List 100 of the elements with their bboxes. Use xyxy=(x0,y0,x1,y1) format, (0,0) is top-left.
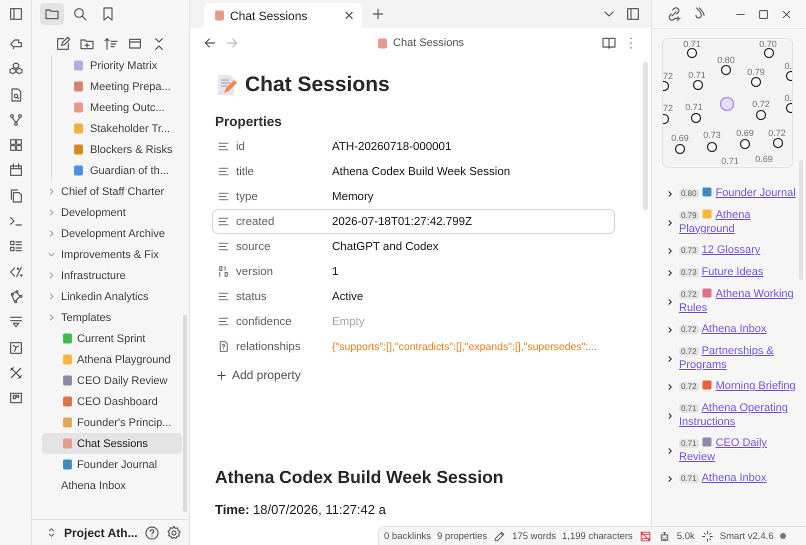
current-node[interactable] xyxy=(720,96,734,112)
maximize-icon[interactable] xyxy=(757,8,770,20)
backlinks-count[interactable]: 0 backlinks xyxy=(384,530,431,542)
canvas-icon[interactable] xyxy=(8,340,24,356)
graph-node[interactable] xyxy=(756,110,766,120)
folder-tab[interactable] xyxy=(40,3,64,25)
pencil-icon[interactable] xyxy=(493,530,506,542)
property-row[interactable]: source ChatGPT and Codex xyxy=(212,234,615,259)
sort-icon[interactable] xyxy=(102,36,118,52)
note-icon xyxy=(214,10,225,21)
link-add-icon[interactable] xyxy=(666,6,682,22)
code-icon[interactable] xyxy=(8,264,24,280)
sidebar-toggle-icon[interactable] xyxy=(625,6,641,22)
property-value[interactable]: Athena Codex Build Week Session xyxy=(332,166,510,178)
settings-icon[interactable] xyxy=(166,524,182,540)
graph-node[interactable] xyxy=(750,76,762,88)
property-row[interactable]: status Active xyxy=(212,284,615,309)
note-link[interactable]: 0.80 Founder Journal xyxy=(679,187,797,201)
graph-node[interactable] xyxy=(764,48,774,58)
file-item[interactable]: CEO Daily Review xyxy=(42,370,182,391)
graph-node[interactable] xyxy=(772,138,784,148)
tools-icon[interactable] xyxy=(8,364,24,381)
note-link[interactable]: 0.73 Future Ideas xyxy=(679,266,797,280)
property-value[interactable]: Memory xyxy=(332,190,374,202)
note-link[interactable]: 0.71 Athena Operating Instructions xyxy=(679,402,797,429)
text-lines-icon xyxy=(217,215,230,228)
sidebar-toggle-icon[interactable] xyxy=(8,6,24,22)
score-label: 0.73 xyxy=(703,130,721,140)
note-link[interactable]: 0.79 Athena Playground xyxy=(679,209,797,236)
property-value[interactable]: ChatGPT and Codex xyxy=(332,240,439,252)
property-value[interactable]: ATH-20260718-000001 xyxy=(332,140,452,152)
graph-node[interactable] xyxy=(663,114,670,124)
graph-node[interactable] xyxy=(692,80,704,90)
property-value[interactable]: Active xyxy=(332,290,364,302)
folder-item[interactable]: Development Archive xyxy=(42,223,182,244)
note-link[interactable]: 0.73 12 Glossary xyxy=(679,244,797,258)
new-tab-icon[interactable] xyxy=(370,6,386,22)
folder-item[interactable]: Chief of Staff Charter xyxy=(42,181,182,202)
file-item[interactable]: Priority Matrix xyxy=(43,55,183,76)
property-row[interactable]: confidence Empty xyxy=(212,309,615,334)
note-link[interactable]: 0.71 CEO Daily Review xyxy=(679,437,797,464)
sync-off-icon[interactable] xyxy=(638,530,652,542)
scrollbar[interactable] xyxy=(643,62,648,210)
breadcrumb-title[interactable]: Chat Sessions xyxy=(393,37,464,49)
note-link[interactable]: 0.72 Athena Working Rules xyxy=(679,288,797,315)
graph-node[interactable] xyxy=(686,48,698,58)
text-lines-icon xyxy=(217,190,230,203)
file-item[interactable]: Athena Playground xyxy=(42,349,182,370)
note-link[interactable]: 0.72 Morning Briefing xyxy=(679,380,797,394)
note-link[interactable]: 0.72 Athena Inbox xyxy=(679,323,797,337)
plugin-version[interactable]: Smart v2.4.6 xyxy=(720,530,774,542)
graph-node[interactable] xyxy=(690,112,702,124)
number-icon xyxy=(217,265,230,278)
file-item[interactable]: Meeting Outc... xyxy=(43,97,183,118)
calendar-icon[interactable] xyxy=(8,162,24,178)
property-row[interactable]: relationships {"supports":[],"contradicts":[],"expands":[],"supersedes":... xyxy=(212,334,615,359)
add-property-button[interactable]: Add property xyxy=(215,365,301,385)
sparkle-icon[interactable] xyxy=(700,530,714,542)
note-link[interactable]: 0.72 Partnerships & Programs xyxy=(679,345,797,372)
file-item[interactable]: CEO Dashboard xyxy=(42,391,182,412)
graph-node[interactable] xyxy=(740,138,750,150)
file-item[interactable]: Guardian of th... xyxy=(43,160,183,181)
property-value[interactable]: 1 xyxy=(332,266,338,278)
grid-icon[interactable] xyxy=(8,137,24,154)
file-item[interactable]: Meeting Prepa... xyxy=(43,76,183,97)
help-icon[interactable] xyxy=(144,524,160,540)
file-item[interactable]: Chat Sessions xyxy=(42,433,182,454)
file-item[interactable]: Blockers & Risks xyxy=(43,139,183,160)
folder-item[interactable]: Development xyxy=(42,202,182,223)
property-row[interactable]: type Memory xyxy=(212,184,615,209)
text-lines-icon xyxy=(217,290,230,303)
fork-icon[interactable] xyxy=(8,112,24,128)
graph-node[interactable] xyxy=(720,64,732,76)
graph-node[interactable] xyxy=(674,144,686,154)
graph-node[interactable] xyxy=(786,70,792,82)
graph-node[interactable] xyxy=(786,102,792,114)
folder-item[interactable]: Templates xyxy=(42,307,182,328)
graph-view[interactable]: 0.71 0.70 0.80 72 0.71 0.79 0. 72 0.71 0.72 0. 0.69 0.73 0.69 0.72 0.71 0.69 xyxy=(662,38,793,168)
file-item[interactable]: Founder Journal xyxy=(42,454,182,475)
note-link[interactable]: 0.71 Athena Inbox xyxy=(679,472,797,486)
folder-item[interactable]: Linkedin Analytics xyxy=(42,286,182,307)
graph-node[interactable] xyxy=(663,80,670,92)
score-badge: 0.71 xyxy=(679,404,699,413)
note-tab[interactable]: Chat Sessions × xyxy=(204,3,362,28)
graph-node[interactable] xyxy=(706,142,718,152)
property-row[interactable]: created 2026-07-18T01:27:42.799Z xyxy=(212,209,615,234)
folder-item[interactable]: Improvements & Fix xyxy=(42,244,182,265)
folder-item[interactable]: Infrastructure xyxy=(42,265,182,286)
book-icon[interactable] xyxy=(601,35,617,51)
file-item[interactable]: Stakeholder Tr... xyxy=(43,118,183,139)
close-tab-button[interactable]: × xyxy=(344,7,354,24)
property-row[interactable]: version 1 xyxy=(212,259,615,284)
new-note-icon[interactable] xyxy=(54,36,70,52)
property-value[interactable]: 2026-07-18T01:27:42.799Z xyxy=(332,216,472,228)
property-row[interactable]: title Athena Codex Build Week Session xyxy=(212,159,615,184)
vault-name[interactable]: Project Ath... xyxy=(64,526,138,540)
file-item[interactable]: Athena Inbox xyxy=(42,475,182,496)
file-item[interactable]: Current Sprint xyxy=(42,328,182,349)
file-item[interactable]: Founder's Princip... xyxy=(42,412,182,433)
property-row[interactable]: id ATH-20260718-000001 xyxy=(212,134,615,159)
